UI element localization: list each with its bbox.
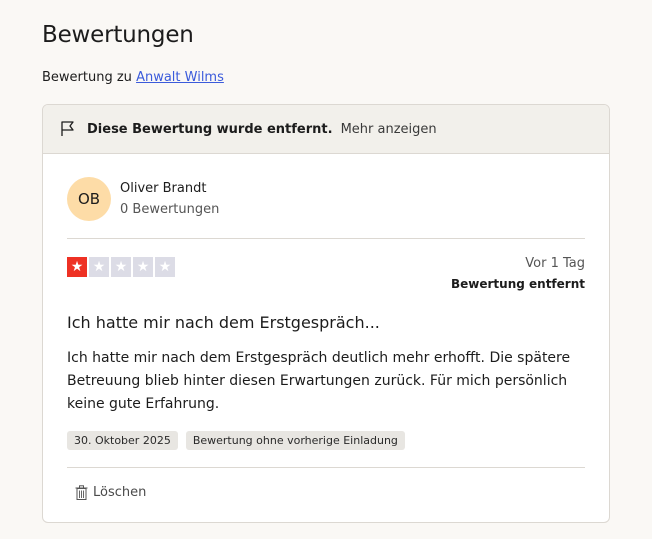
removed-notice: Diese Bewertung wurde entfernt. Mehr anz… (43, 105, 609, 154)
page-title: Bewertungen (42, 22, 194, 48)
avatar: OB (67, 177, 111, 221)
date-tag: 30. Oktober 2025 (67, 431, 178, 450)
review-card: Diese Bewertung wurde entfernt. Mehr anz… (42, 104, 610, 523)
business-link[interactable]: Anwalt Wilms (136, 70, 224, 85)
star-empty-icon: ★ (155, 257, 175, 277)
author-review-count: 0 Bewertungen (120, 202, 220, 217)
delete-button[interactable]: Löschen (75, 485, 146, 500)
show-more-link[interactable]: Mehr anzeigen (341, 122, 437, 137)
author: OB Oliver Brandt 0 Bewertungen (67, 177, 219, 221)
subject-prefix: Bewertung zu (42, 70, 132, 85)
star-filled-icon: ★ (67, 257, 87, 277)
review-body: Ich hatte mir nach dem Erstgespräch deut… (67, 350, 571, 412)
divider (67, 467, 585, 468)
review-tags: 30. Oktober 2025 Bewertung ohne vorherig… (67, 431, 405, 450)
delete-label: Löschen (93, 485, 147, 500)
flag-icon (61, 121, 74, 136)
trash-icon (75, 485, 88, 500)
star-rating: ★ ★ ★ ★ ★ (67, 257, 175, 277)
review-subject: Bewertung zu Anwalt Wilms (42, 70, 224, 85)
notice-message: Diese Bewertung wurde entfernt. (87, 121, 333, 137)
star-empty-icon: ★ (89, 257, 109, 277)
invitation-tag: Bewertung ohne vorherige Einladung (185, 431, 405, 450)
star-empty-icon: ★ (111, 257, 131, 277)
author-name: Oliver Brandt (120, 181, 207, 196)
review-title: Ich hatte mir nach dem Erstgespräch... (67, 313, 380, 332)
star-empty-icon: ★ (133, 257, 153, 277)
status-label: Bewertung entfernt (451, 277, 585, 291)
divider (67, 238, 585, 239)
relative-date: Vor 1 Tag (525, 256, 585, 271)
